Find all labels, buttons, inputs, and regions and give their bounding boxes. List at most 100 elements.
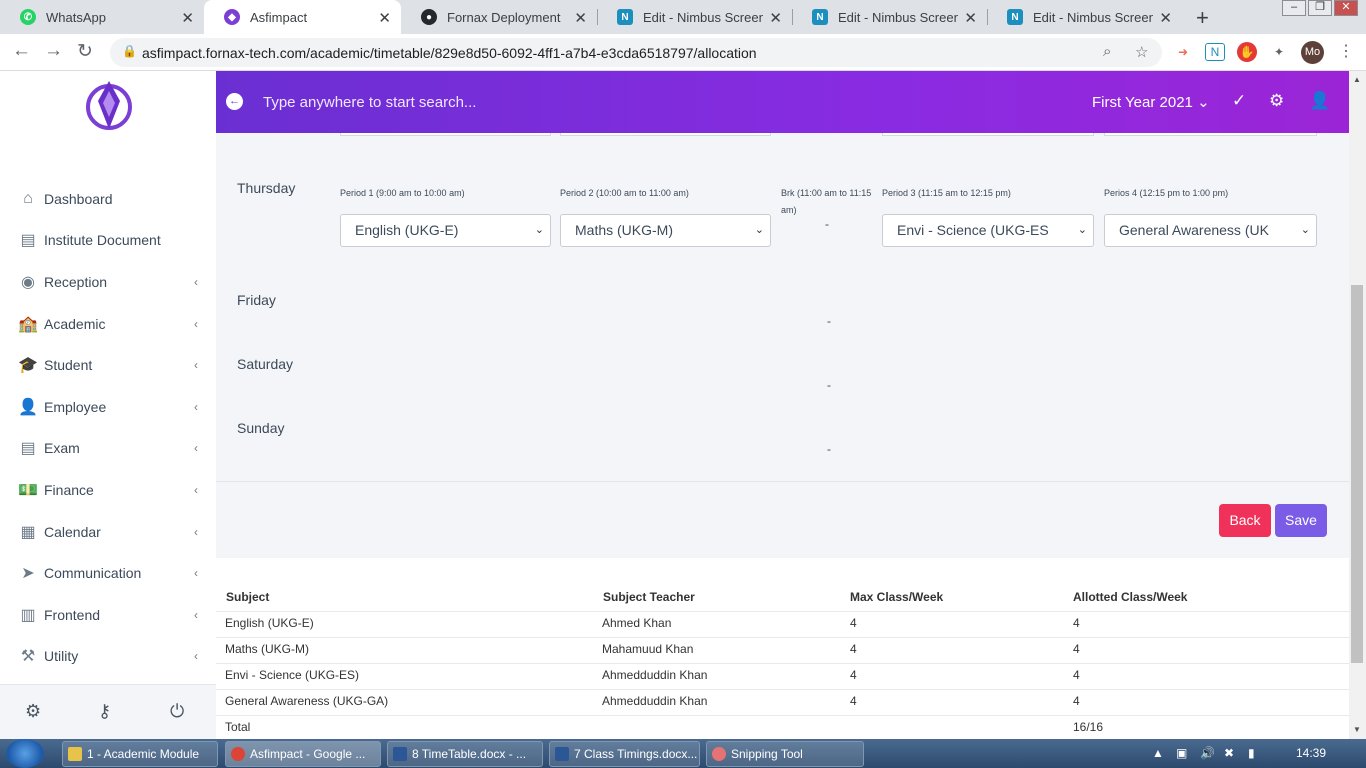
reload-icon[interactable]: ↻ [77, 40, 93, 63]
puzzle-extensions-icon[interactable]: ✦ [1269, 42, 1289, 62]
address-bar[interactable]: 🔒 asfimpact.fornax-tech.com/academic/tim… [110, 38, 1162, 67]
back-button[interactable]: Back [1219, 504, 1271, 537]
sidebar-item-label: Finance [44, 482, 94, 498]
subject-cell: General Awareness (UKG-GA) [225, 694, 389, 708]
os-taskbar: 1 - Academic Module Asfimpact - Google .… [0, 739, 1366, 768]
tab-fornax-deployment[interactable]: ● Fornax Deployment ✕ [401, 0, 597, 34]
minimize-icon[interactable]: – [1282, 0, 1306, 16]
close-window-icon[interactable]: ✕ [1334, 0, 1358, 16]
user-icon[interactable]: 👤 [1309, 91, 1330, 111]
sidebar-item-finance[interactable]: 💵 Finance ‹ [0, 472, 216, 508]
money-icon: 💵 [18, 482, 38, 499]
extension-arrow-icon[interactable]: ➜ [1173, 42, 1193, 62]
github-icon: ● [421, 9, 437, 25]
bookmark-star-icon[interactable]: ☆ [1135, 43, 1148, 61]
restore-icon[interactable]: ❐ [1308, 0, 1332, 16]
screen: ✆ WhatsApp ✕ ◆ Asfimpact ✕ ● Fornax Depl… [0, 0, 1366, 768]
chevron-left-icon: ‹ [194, 317, 198, 331]
taskbar-item-word-timetable[interactable]: 8 TimeTable.docx - ... [387, 741, 543, 767]
sidebar-item-calendar[interactable]: ▦ Calendar ‹ [0, 514, 216, 550]
tab-whatsapp[interactable]: ✆ WhatsApp ✕ [0, 0, 204, 34]
word-icon [555, 747, 569, 761]
select-value: English (UKG-E) [355, 222, 459, 238]
tab-asfimpact[interactable]: ◆ Asfimpact ✕ [204, 0, 401, 34]
settings-gears-icon[interactable]: ⚙ [1269, 91, 1284, 111]
sidebar-item-employee[interactable]: 👤 Employee ‹ [0, 389, 216, 425]
sidebar-item-utility[interactable]: ⚒ Utility ‹ [0, 638, 216, 674]
sidebar-item-institute-document[interactable]: ▤ Institute Document [0, 222, 216, 258]
chevron-left-icon: ‹ [194, 441, 198, 455]
clock[interactable]: 14:39 [1296, 746, 1326, 760]
key-icon[interactable]: ⚷ [98, 701, 111, 722]
sidebar-item-label: Student [44, 357, 93, 373]
taskbar-item-explorer[interactable]: 1 - Academic Module [62, 741, 218, 767]
column-header: Max Class/Week [850, 590, 944, 604]
back-circle-icon[interactable]: ← [226, 93, 243, 110]
scroll-up-arrow-icon[interactable]: ▲ [1353, 75, 1361, 84]
zoom-icon[interactable]: ⌕ [1103, 43, 1111, 60]
page-scrollbar[interactable]: ▲ ▼ [1349, 71, 1366, 739]
global-search-input[interactable]: Type anywhere to start search... [263, 94, 476, 111]
tab-nimbus-3[interactable]: N Edit - Nimbus Screensho ✕ [987, 0, 1182, 34]
forward-arrow-icon[interactable]: → [44, 40, 63, 62]
taskbar-item-label: Snipping Tool [731, 747, 803, 761]
taskbar-item-snipping-tool[interactable]: Snipping Tool [706, 741, 864, 767]
url-text[interactable]: asfimpact.fornax-tech.com/academic/timet… [142, 45, 757, 61]
taskbar-item-chrome[interactable]: Asfimpact - Google ... [225, 741, 381, 767]
year-label: First Year 2021 [1092, 94, 1193, 111]
signal-bars-icon[interactable]: ▮ [1248, 746, 1255, 760]
sidebar-item-frontend[interactable]: ▥ Frontend ‹ [0, 597, 216, 633]
day-label-sunday: Sunday [237, 420, 285, 436]
nimbus-extension-icon[interactable]: N [1205, 43, 1225, 61]
asfimpact-favicon-icon: ◆ [224, 9, 240, 25]
previous-row-select-edge [560, 133, 771, 136]
settings-gears-icon[interactable]: ⚙ [25, 701, 41, 722]
chevron-left-icon: ‹ [194, 525, 198, 539]
period-4-subject-select[interactable]: General Awareness (UK ⌄ [1104, 214, 1317, 247]
sidebar-item-student[interactable]: 🎓 Student ‹ [0, 347, 216, 383]
close-icon[interactable]: ✕ [574, 9, 587, 27]
back-arrow-icon[interactable]: ← [12, 40, 31, 62]
google-drive-icon[interactable]: ▲ [1152, 746, 1164, 760]
profile-avatar[interactable]: Mo [1301, 41, 1324, 64]
sidebar-item-reception[interactable]: ◉ Reception ‹ [0, 264, 216, 300]
windows-start-icon[interactable] [6, 739, 44, 768]
period-3-subject-select[interactable]: Envi - Science (UKG-ES ⌄ [882, 214, 1094, 247]
close-icon[interactable]: ✕ [181, 9, 194, 27]
sidebar-item-dashboard[interactable]: ⌂ Dashboard [0, 181, 216, 217]
save-button[interactable]: Save [1275, 504, 1327, 537]
volume-icon[interactable]: 🔊 [1200, 746, 1215, 760]
total-value: 16/16 [1073, 720, 1104, 734]
tab-title: Edit - Nimbus Screensho [643, 9, 763, 25]
close-icon[interactable]: ✕ [1159, 9, 1172, 27]
year-selector[interactable]: First Year 2021 ⌄ [1092, 93, 1210, 111]
chevron-down-icon: ⌄ [1197, 94, 1210, 111]
previous-row-select-edge [882, 133, 1094, 136]
network-warning-icon[interactable]: ✖ [1224, 746, 1234, 760]
timetable-allocation-content: Thursday Period 1 (9:00 am to 10:00 am) … [216, 133, 1349, 739]
period-2-subject-select[interactable]: Maths (UKG-M) ⌄ [560, 214, 771, 247]
kebab-menu-icon[interactable]: ⋮ [1338, 41, 1354, 61]
sidebar-item-exam[interactable]: ▤ Exam ‹ [0, 430, 216, 466]
new-tab-plus-icon[interactable]: + [1196, 5, 1209, 31]
close-icon[interactable]: ✕ [769, 9, 782, 27]
tray-app-icon[interactable]: ▣ [1176, 746, 1187, 760]
taskbar-item-word-class-timings[interactable]: 7 Class Timings.docx... [549, 741, 700, 767]
period-1-subject-select[interactable]: English (UKG-E) ⌄ [340, 214, 551, 247]
close-icon[interactable]: ✕ [964, 9, 977, 27]
scrollbar-thumb[interactable] [1351, 285, 1363, 663]
chevron-left-icon: ‹ [194, 400, 198, 414]
tab-nimbus-2[interactable]: N Edit - Nimbus Screensho ✕ [792, 0, 987, 34]
tab-nimbus-1[interactable]: N Edit - Nimbus Screensho ✕ [597, 0, 792, 34]
sidebar-item-academic[interactable]: 🏫 Academic ‹ [0, 306, 216, 342]
sidebar-item-label: Academic [44, 316, 106, 332]
scroll-down-arrow-icon[interactable]: ▼ [1353, 725, 1361, 734]
power-icon[interactable]: ⏻ [170, 701, 184, 722]
chevron-left-icon: ‹ [194, 275, 198, 289]
tab-title: WhatsApp [46, 9, 106, 25]
check-circle-icon[interactable]: ✓ [1232, 91, 1246, 111]
adblock-extension-icon[interactable]: ✋ [1237, 42, 1257, 62]
app-header: ← Type anywhere to start search... First… [216, 71, 1349, 133]
sidebar-item-communication[interactable]: ➤ Communication ‹ [0, 555, 216, 591]
close-icon[interactable]: ✕ [378, 9, 391, 27]
